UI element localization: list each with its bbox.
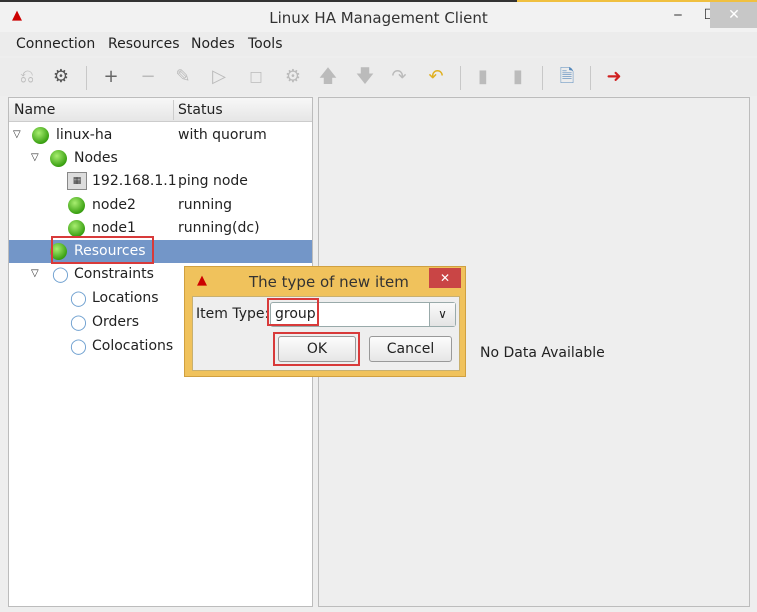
toolbar: ⎌ ⚙ + − ✎ ▷ □ ⚙ 🡅 🡇 ↷ ↶ ▮ ▮ 🗎 ➜: [0, 58, 757, 96]
minimize-button[interactable]: ‒: [662, 2, 694, 28]
view-icon[interactable]: 🗎: [556, 66, 578, 88]
row-status: with quorum: [178, 127, 267, 143]
window-title: Linux HA Management Client: [269, 9, 488, 27]
row-name: node2: [92, 197, 136, 213]
status-ok-icon: [32, 127, 49, 144]
app-logo-icon: ▲: [197, 273, 207, 288]
ping-node-icon: ▦: [67, 172, 87, 190]
column-name[interactable]: Name: [14, 102, 55, 118]
add-icon[interactable]: +: [100, 66, 122, 88]
active-icon[interactable]: ▮: [507, 66, 529, 88]
standby-icon[interactable]: ▮: [472, 66, 494, 88]
row-status: ping node: [178, 173, 248, 189]
row-name: linux-ha: [56, 127, 113, 143]
lightbulb-icon: ◯: [70, 313, 87, 331]
disconnect-icon[interactable]: ⎌: [16, 66, 38, 88]
tree-row-nodes[interactable]: ▽ Nodes: [9, 147, 312, 170]
highlight-box: [267, 298, 319, 326]
row-name: Constraints: [74, 266, 154, 282]
status-ok-icon: [50, 150, 67, 167]
remove-icon[interactable]: −: [137, 66, 159, 88]
lightbulb-icon: ◯: [70, 337, 87, 355]
expand-toggle-icon[interactable]: ▽: [31, 152, 39, 163]
cancel-button[interactable]: Cancel: [369, 336, 452, 362]
up-icon[interactable]: 🡅: [317, 66, 339, 88]
expand-toggle-icon[interactable]: ▽: [13, 129, 21, 140]
lightbulb-icon: ◯: [70, 289, 87, 307]
menu-tools[interactable]: Tools: [248, 36, 283, 52]
menu-connection[interactable]: Connection: [16, 36, 95, 52]
chevron-down-icon[interactable]: ∨: [429, 303, 455, 326]
row-status: running: [178, 197, 233, 213]
start-icon[interactable]: ▷: [208, 66, 230, 88]
status-ok-icon: [68, 220, 85, 237]
migrate-icon[interactable]: ⚙: [282, 66, 304, 88]
row-name: Colocations: [92, 338, 174, 354]
expand-toggle-icon[interactable]: ▽: [31, 268, 39, 279]
row-name: Orders: [92, 314, 140, 330]
item-type-label: Item Type:: [196, 306, 270, 322]
dialog-title: The type of new item: [249, 273, 409, 291]
row-name: 192.168.1.1: [92, 173, 177, 189]
row-name: Nodes: [74, 150, 118, 166]
menu-bar: Connection Resources Nodes Tools: [0, 32, 757, 56]
tree-header: Name Status: [9, 98, 312, 122]
new-item-dialog: ▲ The type of new item ✕ Item Type: grou…: [184, 266, 466, 377]
tree-row-node2[interactable]: node2 running: [9, 194, 312, 217]
redo-icon[interactable]: ↷: [388, 66, 410, 88]
stop-icon[interactable]: □: [245, 66, 267, 88]
undo-icon[interactable]: ↶: [425, 66, 447, 88]
tree-row-resources[interactable]: Resources: [9, 236, 312, 264]
row-name: node1: [92, 220, 136, 236]
close-button[interactable]: ✕: [710, 2, 757, 28]
highlight-box: [273, 332, 360, 366]
highlight-box: [51, 236, 154, 264]
menu-nodes[interactable]: Nodes: [191, 36, 235, 52]
row-name: Locations: [92, 290, 159, 306]
row-status: running(dc): [178, 220, 260, 236]
empty-message: No Data Available: [480, 345, 605, 361]
tree-row-linux-ha[interactable]: ▽ linux-ha with quorum: [9, 124, 312, 147]
column-status[interactable]: Status: [178, 102, 223, 118]
down-icon[interactable]: 🡇: [354, 66, 376, 88]
dialog-close-button[interactable]: ✕: [429, 268, 461, 288]
exit-icon[interactable]: ➜: [603, 66, 625, 88]
lightbulb-icon: ◯: [52, 265, 69, 283]
status-ok-icon: [68, 197, 85, 214]
dialog-body: Item Type: group ∨ OK Cancel: [192, 296, 460, 371]
title-bar: ▲ Linux HA Management Client ‒ ☐ ✕: [0, 0, 757, 32]
menu-resources[interactable]: Resources: [108, 36, 180, 52]
connect-icon[interactable]: ⚙: [50, 66, 72, 88]
tree-row-ping-node[interactable]: ▦ 192.168.1.1 ping node: [9, 170, 312, 193]
cleanup-icon[interactable]: ✎: [172, 66, 194, 88]
